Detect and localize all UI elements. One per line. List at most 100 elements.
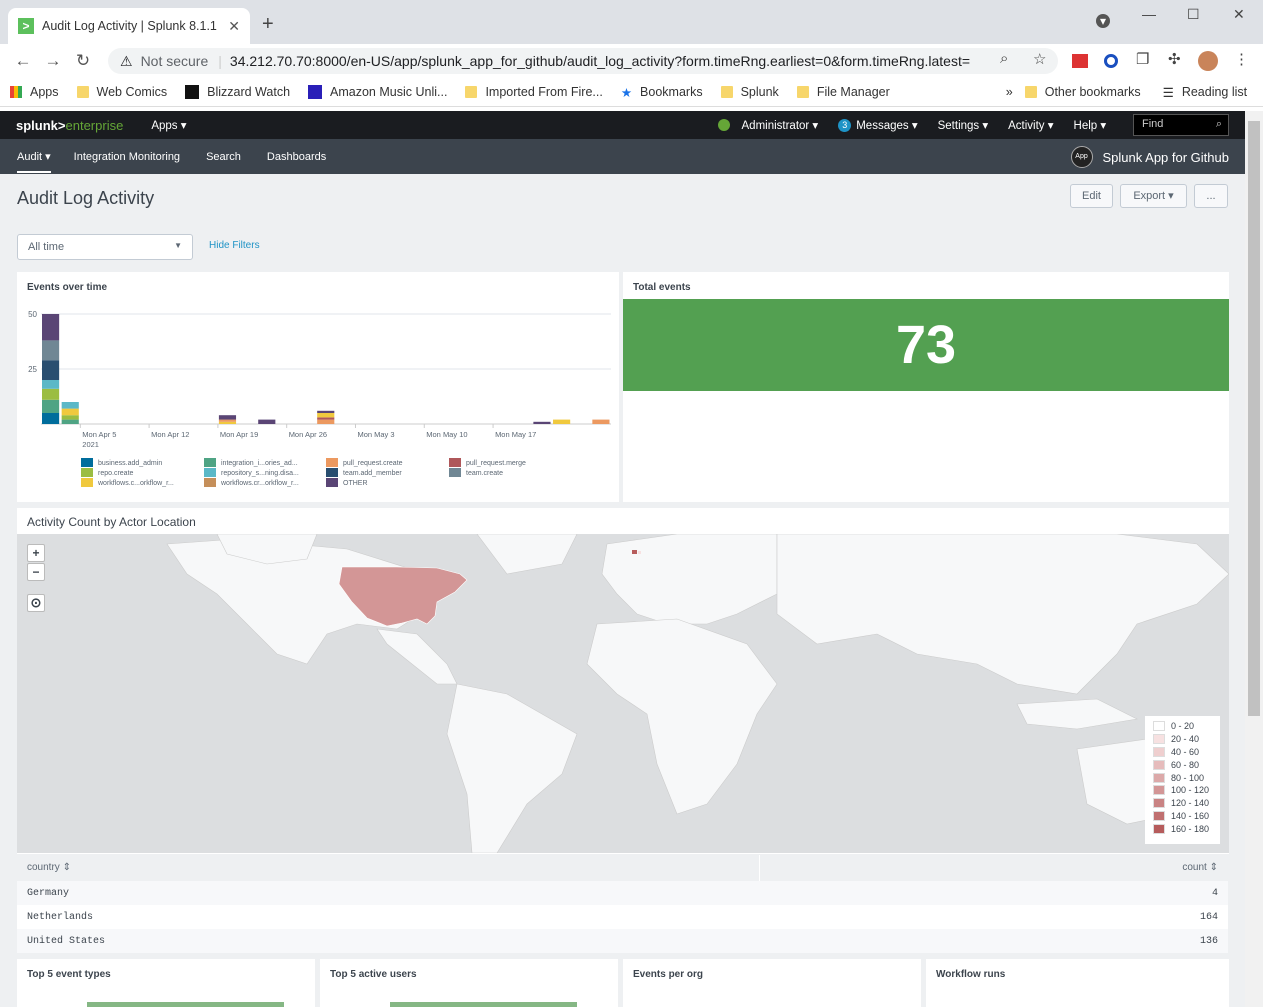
- locate-icon[interactable]: ⊙: [27, 594, 45, 612]
- choropleth-map[interactable]: + − ⊙ 0 - 20 20 - 40 40 - 60 60 - 80 80 …: [17, 534, 1229, 853]
- messages-menu[interactable]: 3 Messages ▾: [838, 118, 918, 132]
- table-row[interactable]: United States 136: [17, 929, 1228, 953]
- page-title: Audit Log Activity: [17, 188, 155, 208]
- x-tick-label: Mon Apr 5: [82, 430, 116, 439]
- bookmark-web-comics[interactable]: Web Comics: [76, 85, 167, 99]
- land-asia: [776, 534, 1229, 695]
- scrollbar[interactable]: [1245, 111, 1263, 1007]
- total-events-panel: Total events 73: [623, 272, 1229, 502]
- x-tick-label: Mon Apr 26: [289, 430, 327, 439]
- admin-menu[interactable]: Administrator ▾: [717, 118, 818, 132]
- splunk-favicon-icon: >: [18, 18, 34, 34]
- x-tick-sublabel: 2021: [82, 440, 99, 449]
- more-button[interactable]: ...: [1194, 184, 1228, 208]
- legend-swatch: [81, 458, 93, 467]
- export-button[interactable]: Export ▾: [1120, 184, 1187, 208]
- profile-menu-icon[interactable]: ▾: [1096, 14, 1110, 28]
- bar-segment: [61, 419, 79, 424]
- nav-search[interactable]: Search: [206, 151, 241, 163]
- nav-dashboards[interactable]: Dashboards: [267, 151, 326, 163]
- table-header: country ⇕ count ⇕: [17, 855, 1228, 881]
- close-icon[interactable]: ✕: [228, 18, 240, 35]
- scrollbar-thumb[interactable]: [1248, 121, 1260, 716]
- legend-label: workflows.cr...orkflow_r...: [220, 480, 299, 487]
- legend-swatch: [1153, 734, 1165, 745]
- find-input[interactable]: Find ⌕: [1133, 114, 1229, 136]
- star-icon[interactable]: ☆: [1033, 50, 1046, 68]
- zoom-out-button[interactable]: −: [27, 563, 45, 581]
- search-icon: ⌕: [1215, 118, 1222, 130]
- panel-title: Workflow runs: [936, 969, 1006, 980]
- bookmark-bookmarks[interactable]: ★ Bookmarks: [621, 85, 703, 100]
- forward-icon[interactable]: →: [38, 51, 68, 71]
- bookmarks-overflow[interactable]: »: [1006, 85, 1013, 99]
- menu-dots-icon[interactable]: ⋮: [1234, 50, 1249, 68]
- edit-button[interactable]: Edit: [1070, 184, 1113, 208]
- events-over-time-panel: Events over time 50 25 Mon Apr 5 Mon Apr 12…: [17, 272, 619, 502]
- cell-country: Netherlands: [27, 911, 94, 923]
- legend-swatch: [326, 468, 338, 477]
- legend-label: pull_request.merge: [466, 460, 526, 467]
- bar-mark[interactable]: [87, 1002, 284, 1007]
- extension-copy-icon[interactable]: ❐: [1136, 50, 1149, 68]
- legend-swatch: [1153, 759, 1165, 770]
- bookmark-apps[interactable]: Apps: [10, 85, 59, 99]
- zoom-in-button[interactable]: +: [27, 544, 45, 562]
- activity-menu[interactable]: Activity ▾: [1008, 118, 1053, 132]
- legend-swatch: [1153, 772, 1165, 783]
- splunk-logo[interactable]: splunk>enterprise: [16, 118, 123, 133]
- bar-segment: [553, 419, 571, 424]
- reload-icon[interactable]: ↻: [68, 51, 98, 71]
- column-header-country[interactable]: country ⇕: [17, 855, 760, 881]
- nav-integration-monitoring[interactable]: Integration Monitoring: [74, 151, 180, 163]
- legend-item: 80 - 100: [1153, 771, 1212, 784]
- folder-icon: [76, 86, 89, 98]
- help-menu[interactable]: Help ▾: [1074, 118, 1107, 132]
- back-icon[interactable]: ←: [8, 51, 38, 71]
- legend-item: 160 - 180: [1153, 822, 1212, 835]
- hide-filters-link[interactable]: Hide Filters: [209, 240, 260, 251]
- new-tab-icon[interactable]: +: [262, 13, 274, 36]
- bookmark-other[interactable]: Other bookmarks: [1024, 85, 1141, 99]
- table-row[interactable]: Netherlands 164: [17, 905, 1228, 929]
- maximize-icon[interactable]: ☐: [1187, 6, 1200, 23]
- settings-menu[interactable]: Settings ▾: [938, 118, 989, 132]
- address-bar[interactable]: ⚠ Not secure | 34.212.70.70:8000/en-US/a…: [108, 48, 1058, 74]
- legend-item: 100 - 120: [1153, 784, 1212, 797]
- tab-title: Audit Log Activity | Splunk 8.1.1: [42, 19, 217, 33]
- nav-audit[interactable]: Audit ▾: [17, 140, 51, 173]
- address-row: ← → ↻ ⚠ Not secure | 34.212.70.70:8000/e…: [0, 44, 1263, 78]
- bar-segment: [42, 413, 60, 424]
- bookmark-splunk[interactable]: Splunk: [720, 85, 779, 99]
- time-range-picker[interactable]: All time ▼: [17, 234, 193, 260]
- bar-segment: [42, 360, 60, 380]
- legend-label: workflows.c...orkflow_r...: [97, 480, 174, 487]
- star-icon: ★: [620, 85, 633, 100]
- legend-swatch: [81, 478, 93, 487]
- extension-icon[interactable]: [1072, 54, 1088, 68]
- panel-title: Top 5 event types: [27, 969, 111, 980]
- puzzle-icon[interactable]: ✣: [1168, 50, 1181, 68]
- land-greenland: [476, 534, 578, 575]
- bookmark-amazon-music[interactable]: Amazon Music Unli...: [308, 85, 447, 99]
- zoom-icon[interactable]: ⌕: [1000, 50, 1008, 67]
- apps-menu[interactable]: Apps ▾: [151, 118, 186, 132]
- table-row[interactable]: Germany 4: [17, 881, 1228, 905]
- browser-tab[interactable]: > Audit Log Activity | Splunk 8.1.1 ✕: [8, 8, 250, 44]
- bar-mark[interactable]: [390, 1002, 577, 1007]
- window-close-icon[interactable]: ✕: [1233, 6, 1245, 23]
- bookmark-file-manager[interactable]: File Manager: [796, 85, 890, 99]
- avatar[interactable]: [1198, 51, 1218, 71]
- bookmark-imported[interactable]: Imported From Fire...: [465, 85, 603, 99]
- column-header-count[interactable]: count ⇕: [760, 855, 1228, 881]
- legend-label: repo.create: [98, 470, 134, 477]
- panel-title: Top 5 active users: [330, 969, 417, 980]
- bookmark-blizzard-watch[interactable]: Blizzard Watch: [185, 85, 290, 99]
- panel-title: Activity Count by Actor Location: [27, 515, 196, 529]
- legend-swatch: [1153, 823, 1165, 834]
- extension-circle-icon[interactable]: [1104, 54, 1118, 68]
- total-events-value[interactable]: 73: [623, 299, 1229, 391]
- reading-list[interactable]: ☰ Reading list: [1163, 85, 1248, 100]
- y-tick-label: 50: [28, 310, 37, 319]
- minimize-icon[interactable]: —: [1142, 6, 1156, 22]
